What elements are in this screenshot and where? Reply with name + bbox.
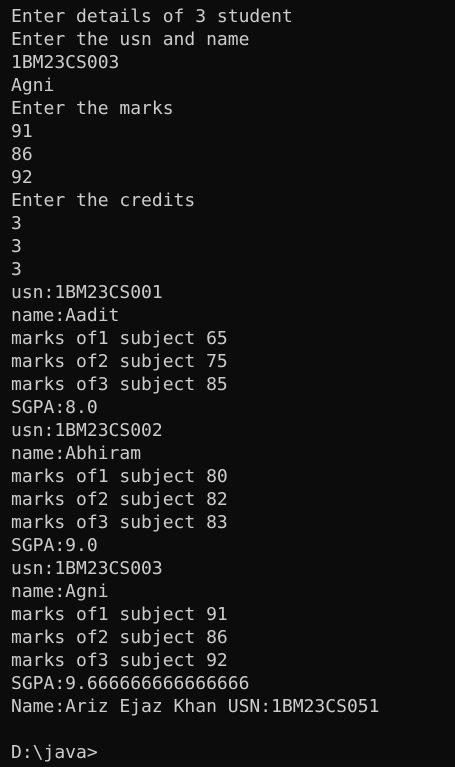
- terminal-window[interactable]: Enter details of 3 student Enter the usn…: [0, 0, 455, 767]
- output-line: usn:1BM23CS003: [11, 558, 163, 579]
- terminal-output: Enter details of 3 student Enter the usn…: [11, 5, 455, 741]
- output-line: marks of2 subject 86: [11, 627, 228, 648]
- output-line: 3: [11, 236, 22, 257]
- output-line: marks of3 subject 92: [11, 650, 228, 671]
- output-line: usn:1BM23CS001: [11, 282, 163, 303]
- command-prompt[interactable]: D:\java>: [11, 741, 455, 764]
- output-line: 86: [11, 144, 33, 165]
- output-line: 3: [11, 259, 22, 280]
- output-line: 92: [11, 167, 33, 188]
- output-line: name:Agni: [11, 581, 109, 602]
- output-line: SGPA:8.0: [11, 397, 98, 418]
- output-line: marks of3 subject 85: [11, 374, 228, 395]
- output-line: name:Abhiram: [11, 443, 142, 464]
- output-line: Enter details of 3 student: [11, 6, 293, 27]
- output-line: Enter the usn and name: [11, 29, 250, 50]
- output-line: 1BM23CS003: [11, 52, 120, 73]
- output-line: 91: [11, 121, 33, 142]
- output-line: marks of1 subject 91: [11, 604, 228, 625]
- output-line: Enter the marks: [11, 98, 174, 119]
- output-line: usn:1BM23CS002: [11, 420, 163, 441]
- output-line: Agni: [11, 75, 55, 96]
- output-line: Enter the credits: [11, 190, 196, 211]
- output-line: marks of2 subject 75: [11, 351, 228, 372]
- output-line: Name:Ariz Ejaz Khan USN:1BM23CS051: [11, 696, 380, 717]
- output-line: marks of2 subject 82: [11, 489, 228, 510]
- output-line: SGPA:9.0: [11, 535, 98, 556]
- output-line: 3: [11, 213, 22, 234]
- output-line: name:Aadit: [11, 305, 120, 326]
- output-line: marks of3 subject 83: [11, 512, 228, 533]
- output-line: marks of1 subject 65: [11, 328, 228, 349]
- output-line: SGPA:9.666666666666666: [11, 673, 250, 694]
- output-line: marks of1 subject 80: [11, 466, 228, 487]
